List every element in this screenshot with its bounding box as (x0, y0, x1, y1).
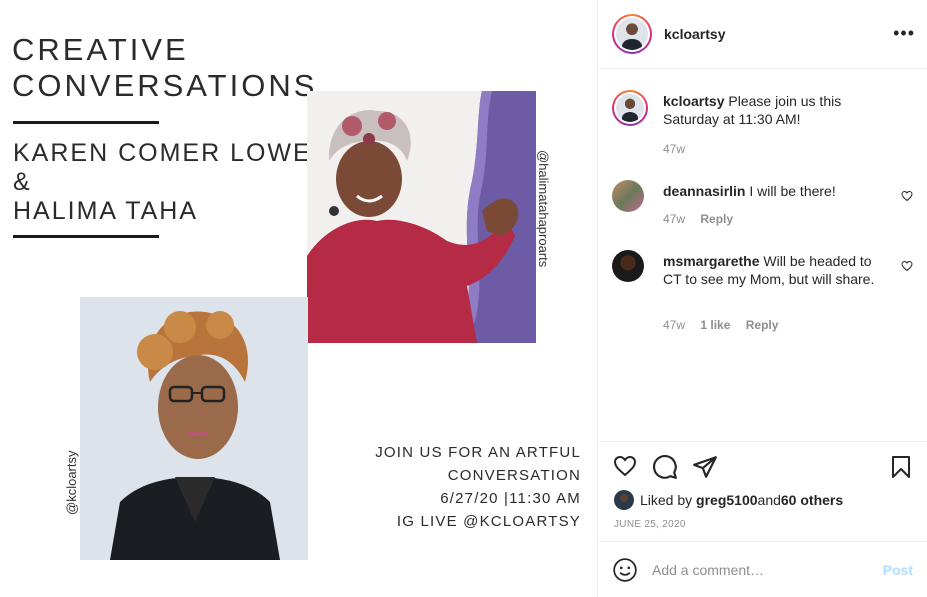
comment-text: I will be there! (745, 183, 836, 199)
share-paper-plane-icon[interactable] (692, 454, 718, 480)
emoji-icon[interactable] (612, 557, 638, 583)
comment-likes-count[interactable]: 1 like (700, 318, 730, 332)
post-header: kcloartsy ••• (598, 0, 927, 69)
comment-time[interactable]: 47w (663, 212, 685, 226)
add-comment-bar: Post (598, 541, 927, 597)
headline-line-1: CREATIVE (12, 32, 189, 67)
divider-top (13, 121, 159, 124)
like-comment-heart-icon[interactable] (901, 190, 913, 202)
commenter-username[interactable]: msmargarethe (663, 253, 760, 269)
like-heart-icon[interactable] (612, 454, 638, 478)
post-sidebar: kcloartsy ••• kcloartsy Please join us t… (597, 0, 927, 597)
event-details: JOIN US FOR AN ARTFUL CONVERSATION 6/27/… (375, 441, 581, 533)
author-avatar[interactable] (612, 14, 652, 54)
divider-bottom (13, 235, 159, 238)
comment-input[interactable] (652, 561, 883, 578)
ampersand: & (13, 168, 32, 196)
photo-halima-taha (307, 91, 536, 343)
post-image: CREATIVE CONVERSATIONS KAREN COMER LOWE … (0, 0, 597, 597)
comments-list: kcloartsy Please join us this Saturday a… (598, 70, 927, 440)
reply-button[interactable]: Reply (746, 318, 779, 332)
speaker-names: KAREN COMER LOWE & HALIMA TAHA (13, 139, 312, 226)
event-datetime: 6/27/20 |11:30 AM (440, 490, 581, 507)
post-date[interactable]: JUNE 25, 2020 (614, 519, 686, 530)
reply-button[interactable]: Reply (700, 212, 733, 226)
caption-avatar[interactable] (612, 90, 648, 126)
event-location: IG LIVE @KCLOARTSY (396, 513, 581, 530)
photo-karen-comer-lowe (80, 297, 308, 560)
caption-time[interactable]: 47w (663, 142, 685, 156)
headline-line-2: CONVERSATIONS (12, 68, 318, 103)
liked-by-prefix: Liked by (640, 492, 693, 508)
headline: CREATIVE CONVERSATIONS (12, 32, 317, 104)
author-username[interactable]: kcloartsy (664, 26, 725, 42)
commenter-avatar[interactable] (612, 250, 644, 282)
like-comment-heart-icon[interactable] (901, 260, 913, 272)
post-actions: Liked by greg5100 and 60 others JUNE 25,… (598, 441, 927, 530)
save-bookmark-icon[interactable] (889, 454, 913, 480)
commenter-username[interactable]: deannasirlin (663, 183, 745, 199)
liker-username[interactable]: greg5100 (696, 492, 757, 508)
liked-by-and: and (757, 492, 781, 508)
likes-others-count[interactable]: 60 others (781, 492, 843, 508)
event-line-2: CONVERSATION (447, 467, 581, 484)
liked-by: Liked by greg5100 and 60 others (614, 490, 843, 510)
handle-halimatahaproarts: @halimatahaproarts (536, 150, 551, 268)
handle-kcloartsy: @kcloartsy (64, 450, 79, 516)
caption-username[interactable]: kcloartsy (663, 93, 724, 109)
comment-bubble-icon[interactable] (652, 454, 678, 480)
event-line-1: JOIN US FOR AN ARTFUL (375, 444, 581, 461)
speaker-name-2: HALIMA TAHA (13, 197, 199, 225)
comment-time[interactable]: 47w (663, 318, 685, 332)
liker-avatar[interactable] (614, 490, 634, 510)
post-comment-button[interactable]: Post (883, 562, 913, 578)
commenter-avatar[interactable] (612, 180, 644, 212)
more-options-icon[interactable]: ••• (893, 24, 915, 42)
speaker-name-1: KAREN COMER LOWE (13, 139, 312, 167)
